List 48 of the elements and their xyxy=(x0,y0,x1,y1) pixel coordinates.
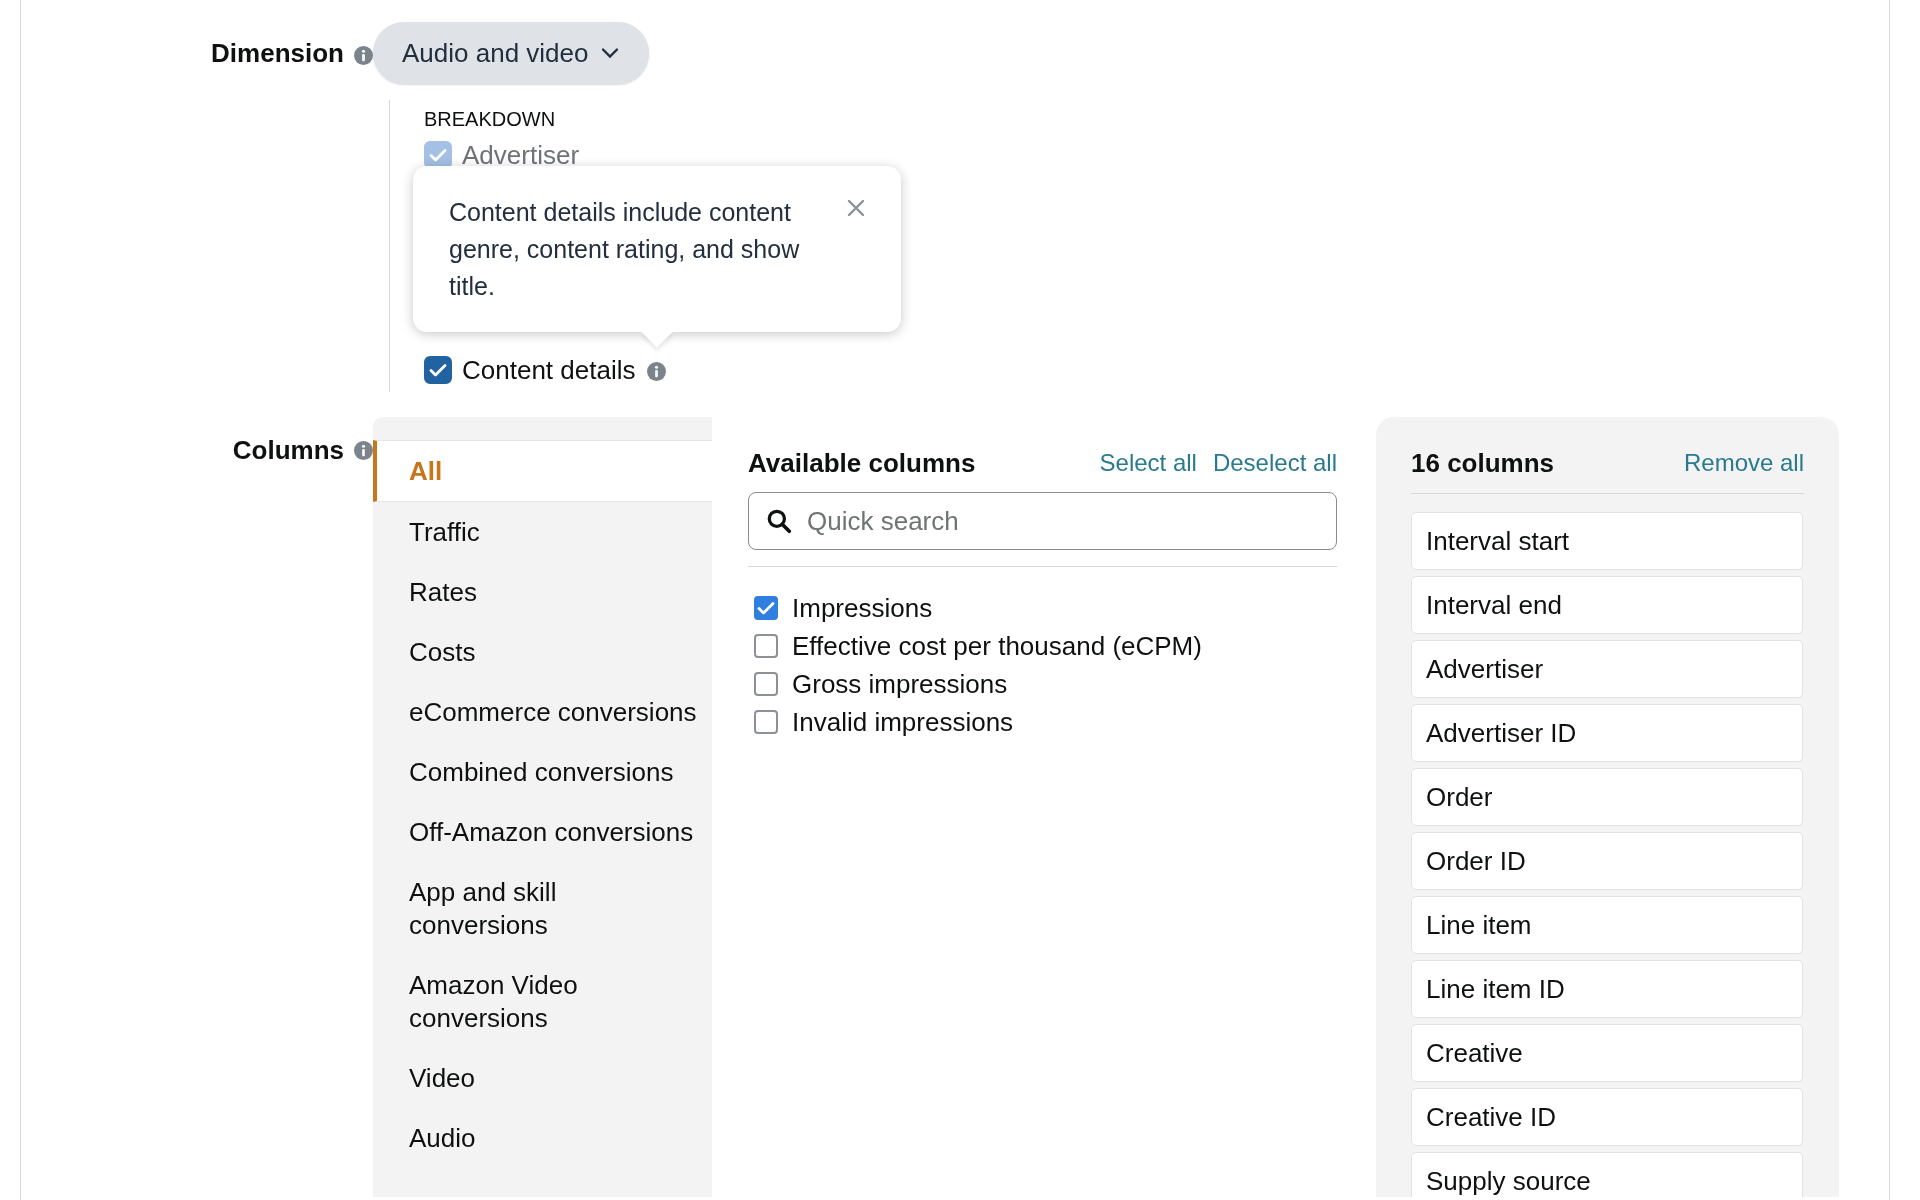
category-tab[interactable]: App and skill conversions xyxy=(373,862,712,955)
deselect-all-link[interactable]: Deselect all xyxy=(1212,445,1337,481)
checkbox[interactable] xyxy=(424,356,452,384)
panel-title: 16 columns xyxy=(1411,446,1555,480)
category-tab[interactable]: Video xyxy=(373,1048,712,1108)
category-tab[interactable]: Combined conversions xyxy=(373,742,712,802)
checkbox-label: Invalid impressions xyxy=(792,705,1014,739)
selected-column-item[interactable]: Order ID xyxy=(1411,832,1803,890)
selected-column-item[interactable]: Advertiser xyxy=(1411,640,1803,698)
selected-column-item[interactable]: Order xyxy=(1411,768,1803,826)
category-tab[interactable]: Traffic xyxy=(373,502,712,562)
selected-column-item[interactable]: Interval end xyxy=(1411,576,1803,634)
tooltip-text: Content details include content genre, content rating, and show title. xyxy=(449,197,801,302)
category-tab[interactable]: eCommerce conversions xyxy=(373,682,712,742)
selected-column-item[interactable]: Advertiser ID xyxy=(1411,704,1803,762)
info-icon[interactable] xyxy=(647,362,667,381)
dimension-dropdown[interactable]: Audio and video xyxy=(373,22,650,84)
search-field[interactable]: Quick search xyxy=(748,492,1337,550)
category-tab[interactable]: Rates xyxy=(373,562,712,622)
checkbox-label: Advertiser xyxy=(462,138,580,172)
info-icon[interactable] xyxy=(354,45,373,65)
category-tab[interactable]: Off-Amazon conversions xyxy=(373,802,712,862)
selected-column-item[interactable]: Creative xyxy=(1411,1024,1803,1082)
select-all-link[interactable]: Select all xyxy=(1099,445,1197,481)
selected-column-item[interactable]: Supply source xyxy=(1411,1152,1803,1197)
remove-all-link[interactable]: Remove all xyxy=(1683,445,1804,481)
category-tab[interactable]: Costs xyxy=(373,622,712,682)
search-icon xyxy=(766,508,792,534)
checkbox[interactable] xyxy=(754,634,778,658)
checkbox-label: Content details xyxy=(462,353,636,387)
field-label: Columns xyxy=(232,434,344,467)
checkbox[interactable] xyxy=(754,672,778,696)
field-label: Dimension xyxy=(211,36,344,70)
selected-column-item[interactable]: Line item xyxy=(1411,896,1803,954)
close-icon[interactable] xyxy=(847,199,865,217)
checkbox-label: Effective cost per thousand (eCPM) xyxy=(792,629,1202,663)
info-icon[interactable] xyxy=(354,441,373,460)
category-tab[interactable]: Amazon Video conversions xyxy=(373,955,712,1048)
selected-column-item[interactable]: Interval start xyxy=(1411,512,1803,570)
checkbox[interactable] xyxy=(754,596,778,620)
selected-column-item[interactable]: Creative ID xyxy=(1411,1088,1803,1146)
checkbox-label: Gross impressions xyxy=(792,667,1008,701)
breakdown-heading: BREAKDOWN xyxy=(424,108,557,130)
selected-column-item[interactable]: Line item ID xyxy=(1411,960,1803,1018)
category-tab[interactable]: Audio xyxy=(373,1108,712,1168)
checkbox-label: Impressions xyxy=(792,591,933,625)
panel-title: Available columns xyxy=(748,446,976,480)
checkbox[interactable] xyxy=(754,710,778,734)
